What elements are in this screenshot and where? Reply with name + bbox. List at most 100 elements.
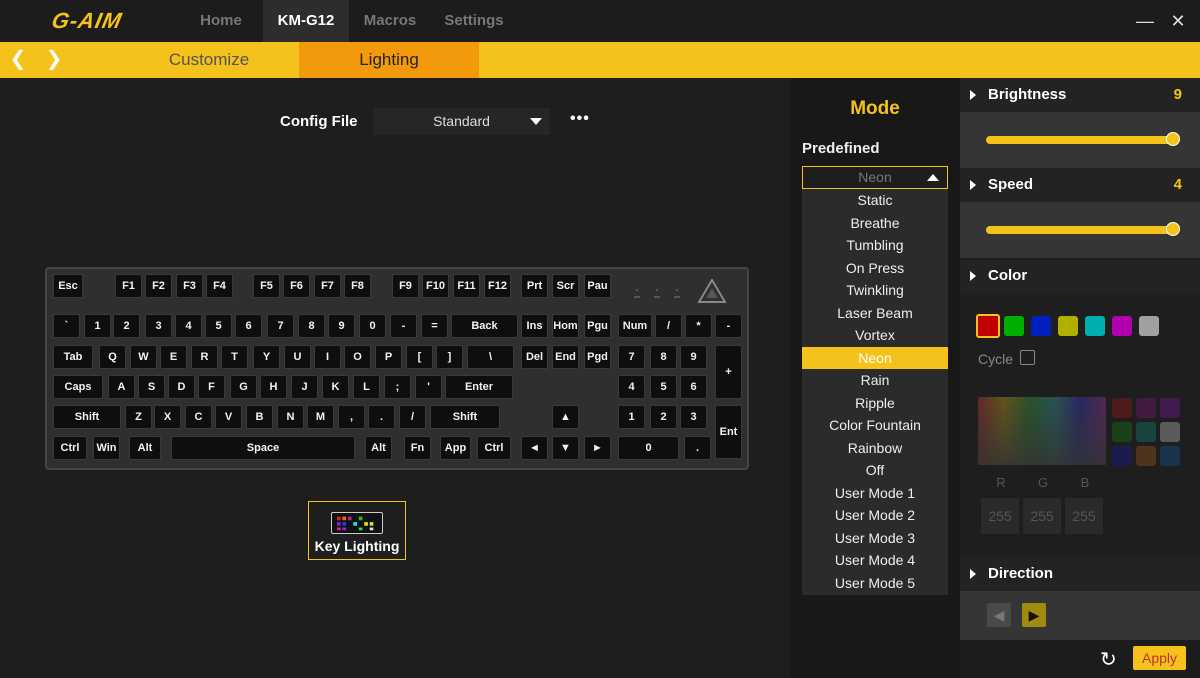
keyboard-key[interactable]: 1 (84, 314, 111, 338)
mode-option[interactable]: User Mode 5 (802, 572, 948, 595)
keyboard-key[interactable]: Scr (552, 274, 579, 298)
color-swatch[interactable] (1139, 316, 1159, 336)
keyboard-key[interactable]: Q (99, 345, 126, 369)
mode-option[interactable]: Ripple (802, 392, 948, 415)
keyboard-key[interactable]: / (399, 405, 426, 429)
keyboard-key[interactable]: = (421, 314, 448, 338)
keyboard-key[interactable]: [ (406, 345, 433, 369)
speed-header[interactable]: Speed 4 (960, 168, 1200, 202)
keyboard-key[interactable]: V (215, 405, 242, 429)
close-icon[interactable]: ✕ (1165, 8, 1191, 34)
tab-lighting[interactable]: Lighting (299, 42, 479, 78)
back-arrow-icon[interactable]: ❮ (8, 42, 28, 78)
keyboard-key[interactable]: Shift (430, 405, 500, 429)
keyboard-key[interactable]: Back (451, 314, 518, 338)
keyboard-key[interactable]: ▼ (552, 436, 579, 460)
keyboard-key[interactable]: 5 (650, 375, 677, 399)
keyboard-key[interactable]: A (108, 375, 135, 399)
preset-color-swatch[interactable] (1112, 398, 1132, 418)
keyboard-key[interactable]: I (314, 345, 341, 369)
mode-option[interactable]: User Mode 2 (802, 504, 948, 527)
keyboard-key[interactable]: - (390, 314, 417, 338)
key-lighting-button[interactable]: Key Lighting (308, 501, 406, 560)
color-spectrum-picker[interactable] (978, 397, 1106, 465)
tab-customize[interactable]: Customize (119, 42, 299, 78)
keyboard-key[interactable]: T (221, 345, 248, 369)
color-swatch[interactable] (976, 314, 1000, 338)
keyboard-key[interactable]: F12 (484, 274, 511, 298)
keyboard-key[interactable]: Fn (404, 436, 431, 460)
keyboard-key[interactable]: Num (618, 314, 652, 338)
keyboard-key[interactable]: Space (171, 436, 355, 460)
color-swatch[interactable] (1112, 316, 1132, 336)
keyboard-key[interactable]: 5 (205, 314, 232, 338)
keyboard-key[interactable]: ] (436, 345, 463, 369)
keyboard-key[interactable]: Esc (53, 274, 83, 298)
keyboard-key[interactable]: . (368, 405, 395, 429)
keyboard-key[interactable]: 0 (618, 436, 679, 460)
keyboard-key[interactable]: 1 (618, 405, 645, 429)
keyboard-key[interactable]: Enter (445, 375, 513, 399)
color-swatch[interactable] (1004, 316, 1024, 336)
keyboard-key[interactable]: F5 (253, 274, 280, 298)
mode-option[interactable]: User Mode 1 (802, 482, 948, 505)
color-swatch[interactable] (1031, 316, 1051, 336)
direction-right-button[interactable]: ▶ (1022, 603, 1046, 627)
keyboard-key[interactable]: 8 (650, 345, 677, 369)
preset-color-swatch[interactable] (1136, 398, 1156, 418)
keyboard-key[interactable]: \ (467, 345, 514, 369)
keyboard-key[interactable]: U (284, 345, 311, 369)
keyboard-key[interactable]: 3 (680, 405, 707, 429)
keyboard-key[interactable]: Pgu (584, 314, 611, 338)
keyboard-key[interactable]: F8 (344, 274, 371, 298)
keyboard-key[interactable]: C (185, 405, 212, 429)
keyboard-key[interactable]: W (130, 345, 157, 369)
keyboard-key[interactable]: P (375, 345, 402, 369)
keyboard-key[interactable]: 4 (618, 375, 645, 399)
keyboard-key[interactable]: F7 (314, 274, 341, 298)
mode-option[interactable]: On Press (802, 257, 948, 280)
keyboard-key[interactable]: J (291, 375, 318, 399)
cycle-checkbox[interactable] (1020, 350, 1035, 365)
keyboard-key[interactable]: G (230, 375, 257, 399)
keyboard-key[interactable]: Caps (53, 375, 103, 399)
keyboard-key[interactable]: Prt (521, 274, 548, 298)
mode-option[interactable]: Laser Beam (802, 302, 948, 325)
preset-color-swatch[interactable] (1136, 422, 1156, 442)
keyboard-key[interactable]: X (154, 405, 181, 429)
keyboard-key[interactable]: Ctrl (477, 436, 511, 460)
keyboard-key[interactable]: M (307, 405, 334, 429)
g-input[interactable]: 255 (1023, 498, 1061, 534)
color-swatch[interactable] (1085, 316, 1105, 336)
brightness-header[interactable]: Brightness 9 (960, 78, 1200, 112)
keyboard-key[interactable]: B (246, 405, 273, 429)
keyboard-key[interactable]: 9 (680, 345, 707, 369)
keyboard-key[interactable]: Z (125, 405, 152, 429)
direction-header[interactable]: Direction (960, 557, 1200, 591)
keyboard-key[interactable]: F11 (453, 274, 480, 298)
preset-color-swatch[interactable] (1112, 446, 1132, 466)
keyboard-key[interactable]: * (685, 314, 712, 338)
preset-color-swatch[interactable] (1160, 422, 1180, 442)
keyboard-key[interactable]: ► (584, 436, 611, 460)
keyboard-key[interactable]: F2 (145, 274, 172, 298)
keyboard-key[interactable]: 9 (328, 314, 355, 338)
keyboard-key[interactable]: ◄ (521, 436, 548, 460)
keyboard-key[interactable]: End (552, 345, 579, 369)
keyboard-key[interactable]: Ent (715, 405, 742, 459)
keyboard-key[interactable]: Ins (521, 314, 548, 338)
keyboard-key[interactable]: - (715, 314, 742, 338)
keyboard-key[interactable]: L (353, 375, 380, 399)
tab-km-g12[interactable]: KM-G12 (263, 0, 349, 42)
brightness-slider[interactable] (986, 132, 1180, 146)
refresh-icon[interactable]: ↻ (1100, 647, 1117, 672)
keyboard-key[interactable]: ▲ (552, 405, 579, 429)
more-options-icon[interactable]: ••• (570, 110, 590, 128)
config-file-select[interactable]: Standard (373, 108, 550, 135)
keyboard-key[interactable]: 7 (267, 314, 294, 338)
mode-option[interactable]: User Mode 3 (802, 527, 948, 550)
keyboard-key[interactable]: 0 (359, 314, 386, 338)
keyboard-key[interactable]: ' (415, 375, 442, 399)
keyboard-key[interactable]: 6 (235, 314, 262, 338)
keyboard-key[interactable]: , (338, 405, 365, 429)
